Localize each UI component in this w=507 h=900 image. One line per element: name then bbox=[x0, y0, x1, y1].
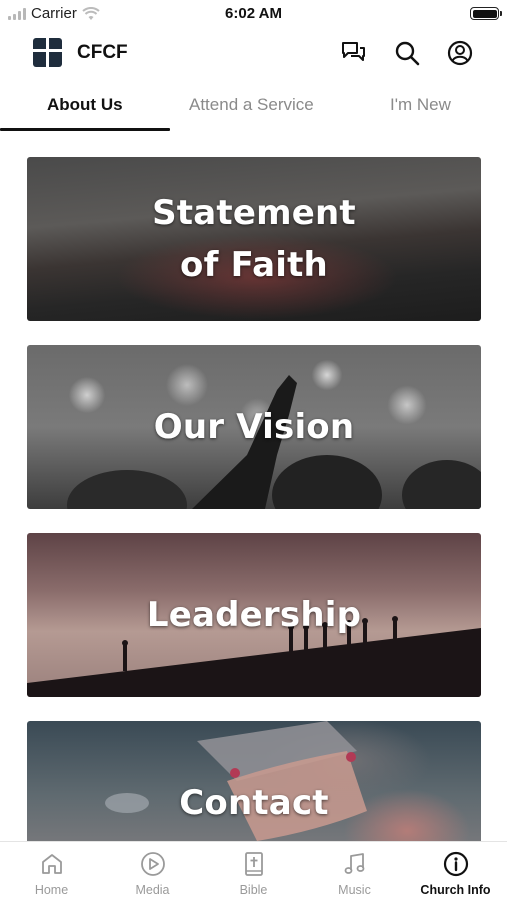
nav-music[interactable]: Music bbox=[304, 842, 405, 900]
card-contact[interactable]: Contact bbox=[27, 721, 481, 841]
bottom-nav: Home Media Bible Music Church Info bbox=[0, 841, 507, 900]
nav-bible[interactable]: Bible bbox=[203, 842, 304, 900]
nav-home[interactable]: Home bbox=[1, 842, 102, 900]
app-title: CFCF bbox=[77, 42, 128, 63]
nav-label-church-info: Church Info bbox=[420, 883, 491, 897]
app-header: CFCF bbox=[0, 30, 507, 76]
tab-bar: About Us Attend a Service I'm New bbox=[0, 84, 507, 134]
nav-media[interactable]: Media bbox=[102, 842, 203, 900]
tab-im-new[interactable]: I'm New bbox=[390, 95, 451, 115]
nav-label-home: Home bbox=[34, 883, 69, 897]
card-title: Statement of Faith bbox=[152, 193, 356, 285]
nav-church-info[interactable]: Church Info bbox=[405, 842, 506, 900]
nav-label-bible: Bible bbox=[239, 883, 268, 897]
status-bar: Carrier 6:02 AM bbox=[0, 0, 507, 28]
tab-active-indicator bbox=[0, 128, 170, 131]
search-icon[interactable] bbox=[393, 39, 421, 67]
nav-label-music: Music bbox=[338, 883, 371, 897]
info-icon bbox=[443, 851, 469, 877]
tab-about-us[interactable]: About Us bbox=[47, 95, 123, 115]
battery-icon bbox=[470, 7, 502, 20]
card-title: Our Vision bbox=[153, 407, 355, 447]
bible-icon bbox=[241, 851, 267, 877]
card-leadership[interactable]: Leadership bbox=[27, 533, 481, 697]
tab-attend-a-service[interactable]: Attend a Service bbox=[189, 95, 314, 115]
card-title: Leadership bbox=[146, 595, 362, 635]
card-statement-of-faith[interactable]: Statement of Faith bbox=[27, 157, 481, 321]
account-icon[interactable] bbox=[446, 39, 474, 67]
info-card-list: Statement of Faith Our Vision Leadership… bbox=[27, 157, 481, 841]
nav-label-media: Media bbox=[135, 883, 170, 897]
home-icon bbox=[39, 851, 65, 877]
music-icon bbox=[342, 851, 368, 877]
card-our-vision[interactable]: Our Vision bbox=[27, 345, 481, 509]
play-icon bbox=[140, 851, 166, 877]
app-logo-icon bbox=[33, 38, 62, 67]
card-title: Contact bbox=[179, 783, 329, 823]
status-time: 6:02 AM bbox=[225, 5, 282, 22]
chat-icon[interactable] bbox=[339, 39, 367, 67]
